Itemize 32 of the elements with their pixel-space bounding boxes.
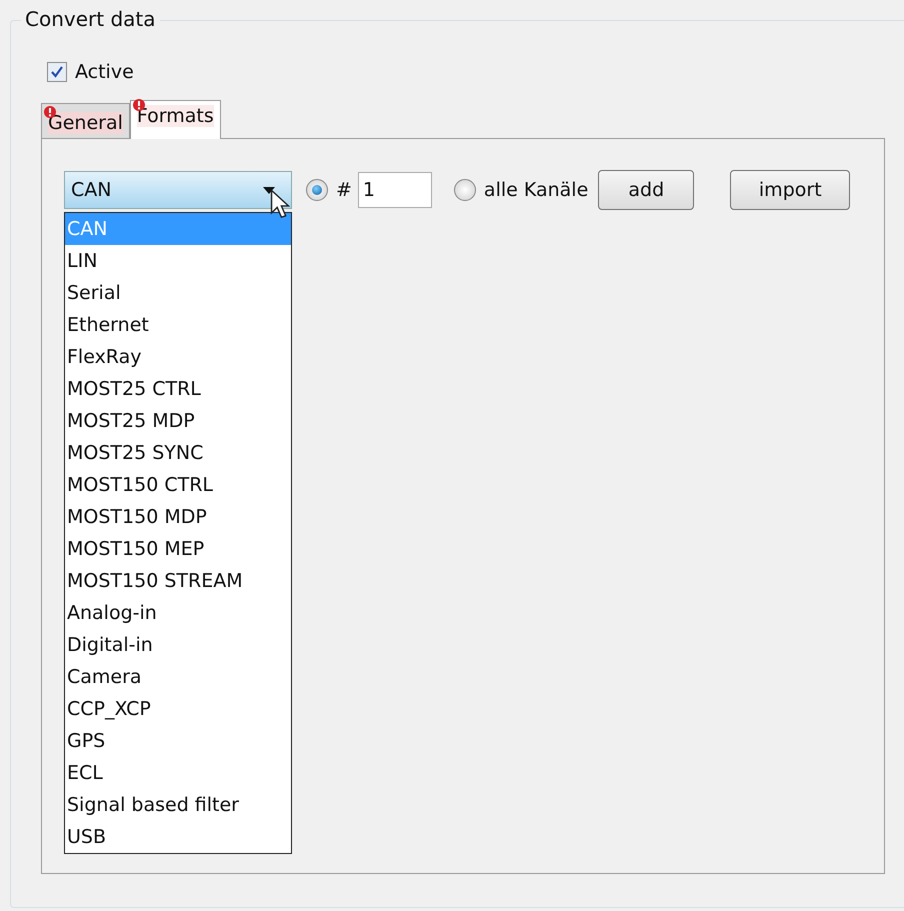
channel-number-field[interactable]: 1	[358, 172, 432, 208]
active-checkbox[interactable]	[47, 62, 67, 82]
dropdown-option[interactable]: GPS	[65, 725, 291, 757]
dropdown-option[interactable]: MOST150 STREAM	[65, 565, 291, 597]
dropdown-option[interactable]: Signal based filter	[65, 789, 291, 821]
dropdown-option[interactable]: ECL	[65, 757, 291, 789]
dropdown-option[interactable]: FlexRay	[65, 341, 291, 373]
dropdown-option[interactable]: Digital-in	[65, 629, 291, 661]
radio-button[interactable]	[454, 179, 476, 201]
tab[interactable]: General	[41, 103, 130, 138]
caret-icon	[263, 186, 275, 194]
tab[interactable]: Formats	[130, 100, 221, 139]
dropdown-option[interactable]: MOST25 MDP	[65, 405, 291, 437]
dropdown-option[interactable]: USB	[65, 821, 291, 853]
dropdown-option[interactable]: LIN	[65, 245, 291, 277]
dropdown-option[interactable]: MOST150 MEP	[65, 533, 291, 565]
dropdown-option[interactable]: MOST25 SYNC	[65, 437, 291, 469]
radio-button[interactable]	[306, 179, 328, 201]
action-button[interactable]: add	[598, 170, 694, 210]
dropdown-option[interactable]: MOST150 CTRL	[65, 469, 291, 501]
dropdown-option[interactable]: Camera	[65, 661, 291, 693]
dropdown-option[interactable]: MOST150 MDP	[65, 501, 291, 533]
radio-label: alle Kanäle	[484, 179, 588, 201]
dropdown-option[interactable]: MOST25 CTRL	[65, 373, 291, 405]
dropdown-option[interactable]: Analog-in	[65, 597, 291, 629]
radio-label: #	[336, 179, 352, 201]
dropdown-option[interactable]: Serial	[65, 277, 291, 309]
dropdown-option[interactable]: CCP_XCP	[65, 693, 291, 725]
format-dropdown[interactable]: CAN	[64, 171, 292, 209]
action-button[interactable]: import	[730, 170, 850, 210]
active-label: Active	[75, 61, 134, 83]
dropdown-option[interactable]: Ethernet	[65, 309, 291, 341]
